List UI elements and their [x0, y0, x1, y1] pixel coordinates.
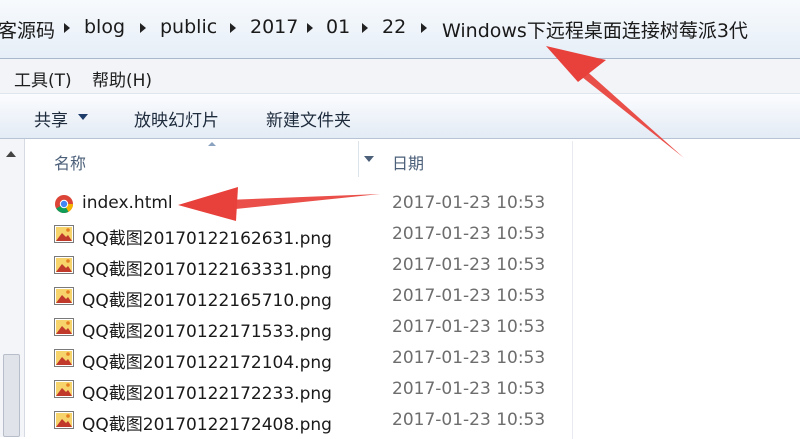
breadcrumb-item[interactable]: public: [160, 16, 217, 38]
file-name: QQ截图20170122171533.png: [82, 322, 332, 342]
file-date: 2017-01-23 10:53: [392, 410, 546, 430]
breadcrumb-item[interactable]: 01: [326, 16, 350, 38]
breadcrumb-chevron-icon[interactable]: [307, 23, 313, 33]
sort-ascending-icon: [208, 142, 216, 146]
breadcrumb-item[interactable]: 客源码: [0, 16, 55, 43]
scroll-up-arrow-icon[interactable]: [6, 151, 16, 157]
file-row[interactable]: QQ截图20170122165710.png 2017-01-23 10:53: [26, 281, 574, 312]
file-row[interactable]: QQ截图20170122172104.png 2017-01-23 10:53: [26, 343, 574, 374]
file-row[interactable]: index.html 2017-01-23 10:53: [26, 188, 574, 219]
column-date[interactable]: 日期: [392, 150, 424, 174]
file-row[interactable]: QQ截图20170122163331.png 2017-01-23 10:53: [26, 250, 574, 281]
breadcrumb-chevron-icon[interactable]: [64, 23, 70, 33]
file-name: QQ截图20170122172408.png: [82, 415, 332, 435]
chevron-down-icon[interactable]: [78, 114, 88, 120]
command-toolbar: 共享 放映幻灯片 新建文件夹: [0, 94, 800, 139]
image-file-icon: [54, 349, 74, 367]
file-name: QQ截图20170122165710.png: [82, 291, 332, 311]
scrollbar-thumb[interactable]: [3, 354, 20, 437]
file-row[interactable]: QQ截图20170122172408.png 2017-01-23 10:53: [26, 405, 574, 436]
image-file-icon: [54, 287, 74, 305]
image-file-icon: [54, 225, 74, 243]
file-name: QQ截图20170122172104.png: [82, 353, 332, 373]
slideshow-button[interactable]: 放映幻灯片: [134, 106, 219, 131]
file-name: QQ截图20170122162631.png: [82, 229, 332, 249]
file-date: 2017-01-23 10:53: [392, 193, 546, 213]
file-name: index.html: [82, 193, 173, 213]
share-button[interactable]: 共享: [34, 106, 68, 131]
file-row[interactable]: QQ截图20170122171533.png 2017-01-23 10:53: [26, 312, 574, 343]
image-file-icon: [54, 380, 74, 398]
file-row[interactable]: QQ截图20170122172233.png 2017-01-23 10:53: [26, 374, 574, 405]
file-date: 2017-01-23 10:53: [392, 286, 546, 306]
breadcrumb-item-current[interactable]: Windows下远程桌面连接树莓派3代: [442, 16, 748, 43]
file-date: 2017-01-23 10:53: [392, 379, 546, 399]
file-date: 2017-01-23 10:53: [392, 348, 546, 368]
image-file-icon: [54, 411, 74, 429]
breadcrumb-item[interactable]: blog: [84, 16, 125, 38]
menu-tools[interactable]: 工具(T): [14, 66, 72, 91]
breadcrumb-item[interactable]: 2017: [250, 16, 298, 38]
column-name[interactable]: 名称: [54, 150, 86, 174]
menu-help[interactable]: 帮助(H): [92, 66, 152, 91]
image-file-icon: [54, 318, 74, 336]
column-filter-dropdown-icon[interactable]: [364, 156, 374, 162]
column-header: 名称 日期: [26, 139, 574, 439]
file-row[interactable]: QQ截图20170122162631.png 2017-01-23 10:53: [26, 219, 574, 250]
breadcrumb-chevron-icon[interactable]: [230, 23, 236, 33]
breadcrumb-item[interactable]: 22: [382, 16, 406, 38]
file-date: 2017-01-23 10:53: [392, 317, 546, 337]
breadcrumb-chevron-icon[interactable]: [140, 23, 146, 33]
column-divider[interactable]: [358, 141, 359, 177]
image-file-icon: [54, 256, 74, 274]
address-bar[interactable]: 客源码 blog public 2017 01 22 Windows下远程桌面连…: [0, 0, 800, 59]
file-name: QQ截图20170122172233.png: [82, 384, 332, 404]
breadcrumb-chevron-icon[interactable]: [421, 23, 427, 33]
file-date: 2017-01-23 10:53: [392, 224, 546, 244]
new-folder-button[interactable]: 新建文件夹: [266, 106, 351, 131]
file-date: 2017-01-23 10:53: [392, 255, 546, 275]
menu-bar: 工具(T) 帮助(H): [0, 59, 800, 94]
file-name: QQ截图20170122163331.png: [82, 260, 332, 280]
breadcrumb-chevron-icon[interactable]: [362, 23, 368, 33]
chrome-icon: [54, 194, 74, 214]
